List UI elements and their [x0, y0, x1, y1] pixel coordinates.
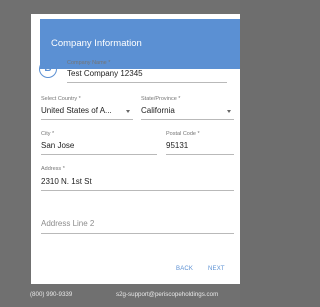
address-field[interactable]: 2310 N. 1st St [41, 177, 92, 186]
company-name-underline [67, 82, 227, 83]
state-select[interactable]: California [141, 106, 175, 115]
company-name-label: Company Name * [67, 60, 111, 66]
support-email[interactable]: s2g-support@periscopeholdings.com [116, 291, 218, 298]
country-label: Select Country * [41, 96, 81, 102]
address-underline [41, 190, 234, 191]
city-field[interactable]: San Jose [41, 141, 74, 150]
country-chevron-down-icon[interactable] [126, 110, 130, 113]
next-button[interactable]: NEXT [208, 266, 225, 272]
postal-code-label: Postal Code * [166, 131, 200, 137]
support-phone: (800) 990-9339 [30, 291, 73, 298]
state-underline [141, 119, 234, 120]
company-badge-icon: B [39, 60, 57, 78]
state-chevron-down-icon[interactable] [227, 110, 231, 113]
postal-code-field[interactable]: 95131 [166, 141, 188, 150]
country-select[interactable]: United States of A... [41, 106, 112, 115]
city-underline [41, 154, 157, 155]
address-line-2-underline [41, 233, 234, 234]
state-label: State/Province * [141, 96, 181, 102]
city-label: City * [41, 131, 55, 137]
address-line-2-field[interactable]: Address Line 2 [41, 219, 94, 228]
company-name-field[interactable]: Test Company 12345 [67, 69, 143, 78]
back-button[interactable]: BACK [176, 266, 193, 272]
country-underline [41, 119, 133, 120]
address-label: Address * [41, 166, 65, 172]
dialog-title: Company Information [51, 38, 142, 49]
postal-code-underline [166, 154, 234, 155]
